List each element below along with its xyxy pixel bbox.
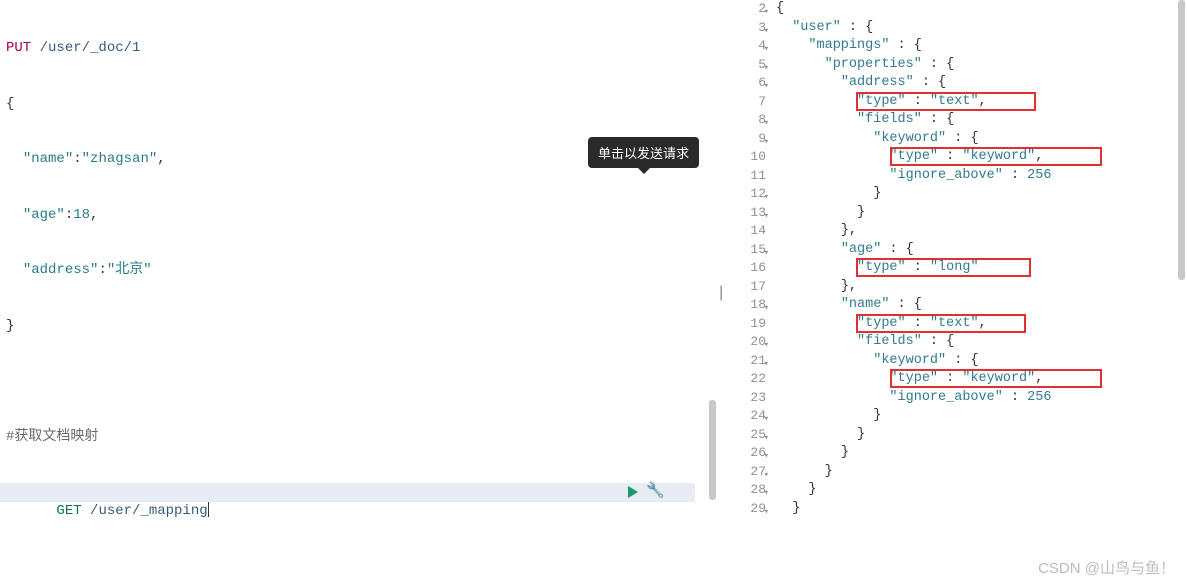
response-line: } (776, 426, 1187, 445)
response-line: "properties" : { (776, 56, 1187, 75)
line-number: 15▾ (728, 241, 766, 260)
line-number: 14 (728, 222, 766, 241)
line-number: 21▾ (728, 352, 766, 371)
response-line: } (776, 444, 1187, 463)
line-number: 7 (728, 93, 766, 112)
response-pane: 2▾3▾4▾5▾6▾78▾9▾101112▾13▾1415▾161718▾192… (728, 0, 1187, 586)
line-number: 2▾ (728, 0, 766, 19)
run-request-icon[interactable] (628, 486, 638, 498)
pane-divider[interactable]: || (720, 0, 728, 586)
response-line: } (776, 407, 1187, 426)
line-number: 19 (728, 315, 766, 334)
response-line: "type" : "keyword", (776, 148, 1187, 167)
line-number: 23 (728, 389, 766, 408)
response-line: }, (776, 278, 1187, 297)
scrollbar-left[interactable] (709, 400, 716, 500)
line-number: 26▾ (728, 444, 766, 463)
http-method-put: PUT (6, 40, 31, 56)
response-line: "mappings" : { (776, 37, 1187, 56)
response-line: "ignore_above" : 256 (776, 389, 1187, 408)
line-number: 12▾ (728, 185, 766, 204)
response-line: } (776, 500, 1187, 519)
line-number: 8▾ (728, 111, 766, 130)
line-number: 29▾ (728, 500, 766, 519)
request-editor-pane[interactable]: PUT /user/_doc/1 { "name":"zhagsan", "ag… (0, 0, 720, 586)
wrench-icon[interactable]: 🔧 (646, 483, 665, 502)
line-number: 9▾ (728, 130, 766, 149)
response-line: "fields" : { (776, 111, 1187, 130)
line-number: 6▾ (728, 74, 766, 93)
active-line[interactable]: GET /user/_mapping 🔧 (0, 483, 695, 502)
response-line: "ignore_above" : 256 (776, 167, 1187, 186)
line-number: 5▾ (728, 56, 766, 75)
code-comment: #获取文档映射 (6, 429, 98, 445)
line-number: 27▾ (728, 463, 766, 482)
fold-icon[interactable]: ▾ (764, 503, 769, 522)
response-line: } (776, 185, 1187, 204)
response-line: "name" : { (776, 296, 1187, 315)
line-number: 20▾ (728, 333, 766, 352)
line-number: 13▾ (728, 204, 766, 223)
response-line: } (776, 481, 1187, 500)
response-line: { (776, 0, 1187, 19)
response-line: "type" : "long" (776, 259, 1187, 278)
response-code[interactable]: { "user" : { "mappings" : { "properties"… (776, 0, 1187, 586)
response-line: "type" : "text", (776, 315, 1187, 334)
watermark: CSDN @山鸟与鱼！ (1038, 557, 1175, 578)
line-number: 16 (728, 259, 766, 278)
response-line: "fields" : { (776, 333, 1187, 352)
line-number: 10 (728, 148, 766, 167)
response-line: "address" : { (776, 74, 1187, 93)
response-line: }, (776, 222, 1187, 241)
http-method-get: GET (56, 503, 81, 519)
line-number: 11 (728, 167, 766, 186)
line-number: 18▾ (728, 296, 766, 315)
response-line: } (776, 204, 1187, 223)
response-line: "age" : { (776, 241, 1187, 260)
scrollbar-right[interactable] (1178, 0, 1185, 280)
response-line: "type" : "keyword", (776, 370, 1187, 389)
response-line: "keyword" : { (776, 352, 1187, 371)
line-number: 17 (728, 278, 766, 297)
line-number: 25▾ (728, 426, 766, 445)
line-number: 22 (728, 370, 766, 389)
response-line: "type" : "text", (776, 93, 1187, 112)
request-code[interactable]: PUT /user/_doc/1 { "name":"zhagsan", "ag… (0, 0, 720, 539)
line-number: 28▾ (728, 481, 766, 500)
text-cursor (208, 502, 209, 517)
response-gutter: 2▾3▾4▾5▾6▾78▾9▾101112▾13▾1415▾161718▾192… (728, 0, 776, 586)
response-line: "user" : { (776, 19, 1187, 38)
response-line: } (776, 463, 1187, 482)
response-line: "keyword" : { (776, 130, 1187, 149)
line-number: 3▾ (728, 19, 766, 38)
run-tooltip: 单击以发送请求 (588, 137, 699, 168)
line-number: 4▾ (728, 37, 766, 56)
line-number: 24▾ (728, 407, 766, 426)
